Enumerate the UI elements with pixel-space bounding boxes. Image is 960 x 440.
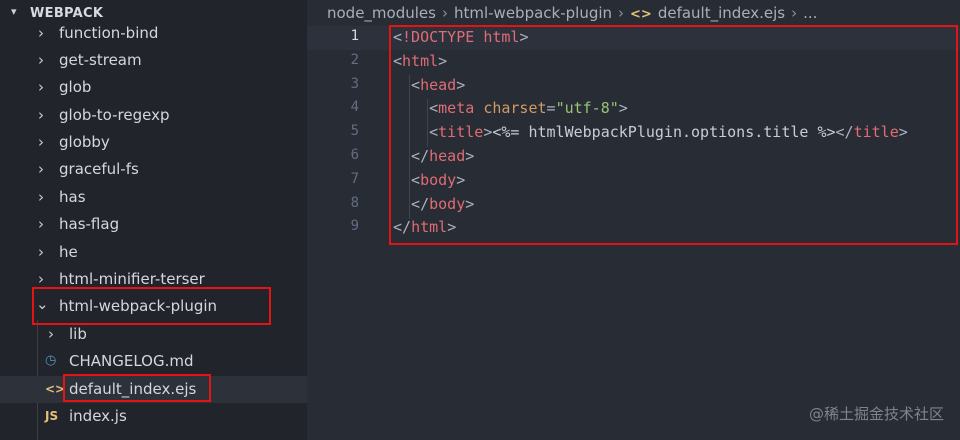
breadcrumb-ellipsis[interactable]: ... (803, 4, 817, 22)
tree-item-label: lib (69, 325, 87, 343)
tree-item-label: get-stream (59, 51, 142, 69)
code-editor[interactable]: node_modules › html-webpack-plugin › <> defau… (307, 0, 960, 440)
line-number: 8 (350, 194, 359, 211)
tree-item-label: globby (59, 133, 110, 151)
tree-folder-glob-to-regexp[interactable]: › glob-to-regexp (0, 102, 307, 129)
tree-item-label: glob (59, 78, 92, 96)
tree-item-label: has-flag (59, 215, 120, 233)
tree-item-label: has (59, 188, 86, 206)
line-number: 7 (350, 170, 359, 187)
chevron-right-icon: › (38, 51, 44, 69)
tree-folder-get-stream[interactable]: › get-stream (0, 47, 307, 74)
line-number: 4 (350, 99, 359, 116)
explorer-title: WEBPACK (30, 6, 104, 21)
chevron-right-icon: › (38, 160, 44, 178)
line-number: 9 (350, 218, 359, 235)
info-icon: ◷ (45, 353, 57, 368)
tree-folder-he[interactable]: › he (0, 239, 307, 266)
tree-item-label: index.js (69, 407, 127, 425)
chevron-right-icon: › (38, 188, 44, 206)
line-number: 2 (350, 51, 359, 68)
tree-folder-has[interactable]: › has (0, 184, 307, 211)
breadcrumb-separator-icon: › (791, 4, 798, 22)
breadcrumb-file[interactable]: default_index.ejs (658, 4, 785, 22)
tree-folder-globby[interactable]: › globby (0, 129, 307, 156)
chevron-right-icon: › (38, 243, 44, 261)
tree-folder-has-flag[interactable]: › has-flag (0, 211, 307, 238)
line-number: 3 (350, 75, 359, 92)
chevron-right-icon: › (38, 24, 44, 42)
chevron-down-icon[interactable]: ▾ (11, 5, 17, 18)
tree-item-label: html-minifier-terser (59, 270, 205, 288)
tree-folder-glob[interactable]: › glob (0, 74, 307, 101)
highlight-box-code (389, 25, 958, 245)
line-number: 6 (350, 147, 359, 163)
tree-folder-graceful-fs[interactable]: › graceful-fs (0, 156, 307, 183)
explorer-sidebar: ▾ WEBPACK › function-bind › get-stream ›… (0, 0, 307, 440)
tree-folder-function-bind[interactable]: › function-bind (0, 20, 307, 47)
chevron-right-icon: › (38, 133, 44, 151)
breadcrumb-separator-icon: › (618, 4, 625, 22)
chevron-right-icon: › (38, 215, 44, 233)
breadcrumb-separator-icon: › (441, 4, 448, 22)
chevron-right-icon: › (48, 325, 54, 343)
line-number: 1 (350, 28, 359, 44)
breadcrumb-node-modules[interactable]: node_modules (327, 4, 436, 22)
watermark: @稀土掘金技术社区 (808, 405, 944, 423)
tree-item-label: glob-to-regexp (59, 106, 170, 124)
chevron-right-icon: › (38, 106, 44, 124)
chevron-right-icon: › (38, 78, 44, 96)
tree-item-label: function-bind (59, 24, 159, 42)
chevron-right-icon: › (38, 270, 44, 288)
js-icon: JS (45, 409, 59, 423)
tree-file-changelog[interactable]: ◷ CHANGELOG.md (0, 348, 307, 375)
tree-folder-lib[interactable]: › lib (0, 321, 307, 348)
breadcrumb: node_modules › html-webpack-plugin › <> defau… (327, 4, 817, 22)
tree-item-label: CHANGELOG.md (69, 352, 194, 370)
breadcrumb-html-webpack-plugin[interactable]: html-webpack-plugin (454, 4, 612, 22)
line-number: 5 (350, 123, 359, 140)
ejs-icon: <> (630, 7, 652, 22)
tree-file-index-js[interactable]: JS index.js (0, 403, 307, 430)
tree-item-label: he (59, 243, 78, 261)
highlight-box-folder (32, 287, 271, 325)
highlight-box-file (63, 374, 211, 402)
tree-item-label: graceful-fs (59, 160, 139, 178)
